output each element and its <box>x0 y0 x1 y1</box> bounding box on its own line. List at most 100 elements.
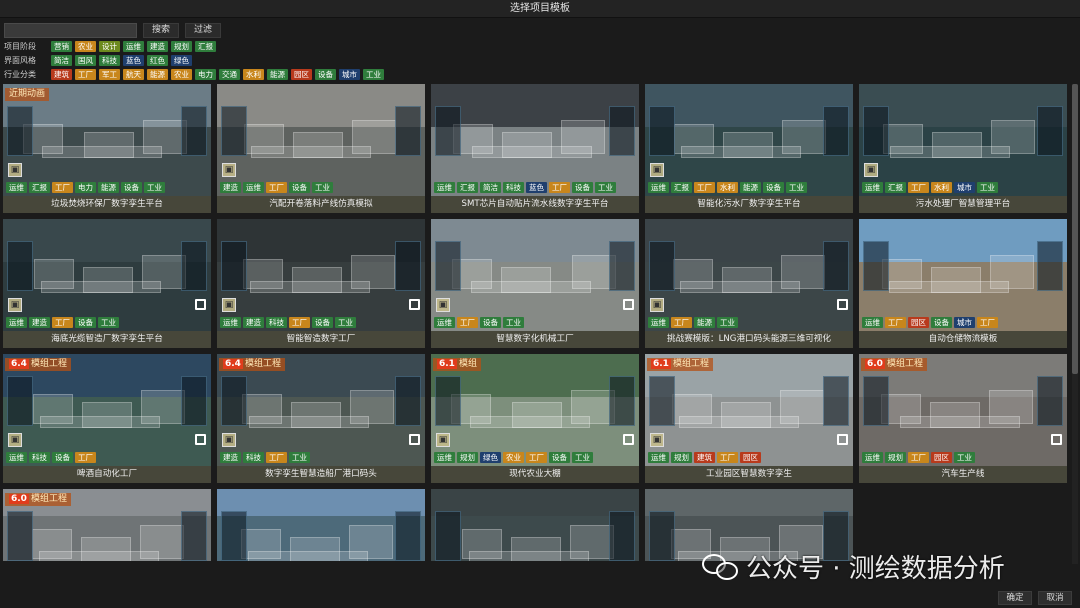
filter-chip[interactable]: 建造 <box>147 41 168 52</box>
template-card[interactable]: ▣ 运维 建造 科技 工厂 设备 工业 智能智造数字工厂 <box>217 219 425 348</box>
card-tag: 运维 <box>243 182 264 193</box>
filter-chip[interactable]: 航天 <box>123 69 144 80</box>
fullscreen-icon[interactable] <box>837 299 848 310</box>
card-title[interactable]: 工业园区智慧数字孪生 <box>645 466 853 483</box>
template-card[interactable]: ▣ 运维 建造 工厂 设备 工业 海底光缆智造厂数字孪生平台 <box>3 219 211 348</box>
scrollbar-thumb[interactable] <box>1072 84 1078 374</box>
template-card[interactable]: 近期动画 ▣ 运维 汇报 工厂 电力 能源 设备 工业 垃圾焚烧环保厂数字孪生平台 <box>3 84 211 213</box>
template-card[interactable] <box>431 489 639 561</box>
template-thumbnail[interactable]: ▣ 运维 工厂 能源 工业 <box>645 219 853 331</box>
card-tag: 建筑 <box>694 452 715 463</box>
version-ribbon: 6.0 模组工程 <box>5 493 71 506</box>
filter-chip[interactable]: 交通 <box>219 69 240 80</box>
tag-row: 运维 建造 科技 工厂 设备 工业 <box>220 317 356 328</box>
fullscreen-icon[interactable] <box>195 299 206 310</box>
template-card[interactable]: 6.1 模组工程 ▣ 运维 规划 建筑 工厂 园区 工业园区智慧数字孪生 <box>645 354 853 483</box>
template-thumbnail[interactable]: 6.0 模组工程 <box>3 489 211 561</box>
fullscreen-icon[interactable] <box>623 299 634 310</box>
template-thumbnail[interactable]: 近期动画 ▣ 运维 汇报 工厂 电力 能源 设备 工业 <box>3 84 211 196</box>
filter-chip[interactable]: 蓝色 <box>123 55 144 66</box>
card-tag: 工业 <box>717 317 738 328</box>
template-card[interactable]: 6.4 模组工程 ▣ 建造 科技 工厂 工业 数字孪生智慧造船厂港口码头 <box>217 354 425 483</box>
template-thumbnail[interactable] <box>217 489 425 561</box>
template-thumbnail[interactable]: ▣ 建造 运维 工厂 设备 工业 <box>217 84 425 196</box>
template-thumbnail[interactable]: 运维 汇报 简洁 科技 蓝色 工厂 设备 工业 <box>431 84 639 196</box>
filter-chip[interactable]: 农业 <box>75 41 96 52</box>
search-button[interactable]: 搜索 <box>143 22 179 38</box>
scrollbar[interactable] <box>1072 84 1078 564</box>
fullscreen-icon[interactable] <box>409 434 420 445</box>
filter-chip[interactable]: 国风 <box>75 55 96 66</box>
card-title[interactable]: 汽车生产线 <box>859 466 1067 483</box>
card-title[interactable]: 污水处理厂智慧管理平台 <box>859 196 1067 213</box>
filter-chip[interactable]: 城市 <box>339 69 360 80</box>
filter-chip[interactable]: 能源 <box>147 69 168 80</box>
template-thumbnail[interactable] <box>431 489 639 561</box>
card-title[interactable]: 智能化污水厂数字孪生平台 <box>645 196 853 213</box>
fullscreen-icon[interactable] <box>195 434 206 445</box>
fullscreen-icon[interactable] <box>837 434 848 445</box>
filter-chip[interactable]: 军工 <box>99 69 120 80</box>
fullscreen-icon[interactable] <box>1051 434 1062 445</box>
template-thumbnail[interactable]: ▣ 运维 建造 科技 工厂 设备 工业 <box>217 219 425 331</box>
template-card[interactable]: 6.0 模组工程 运维 规划 工厂 园区 工业 汽车生产线 <box>859 354 1067 483</box>
template-thumbnail[interactable]: 6.0 模组工程 运维 规划 工厂 园区 工业 <box>859 354 1067 466</box>
filter-chip[interactable]: 能源 <box>267 69 288 80</box>
template-thumbnail[interactable]: 6.1 模组工程 ▣ 运维 规划 建筑 工厂 园区 <box>645 354 853 466</box>
cancel-button[interactable]: 取消 <box>1038 591 1072 605</box>
fullscreen-icon[interactable] <box>409 299 420 310</box>
card-title[interactable]: 垃圾焚烧环保厂数字孪生平台 <box>3 196 211 213</box>
card-title[interactable]: 海底光缆智造厂数字孪生平台 <box>3 331 211 348</box>
card-title[interactable]: 自动仓储物流模板 <box>859 331 1067 348</box>
card-title[interactable]: 啤酒自动化工厂 <box>3 466 211 483</box>
filter-chip[interactable]: 设计 <box>99 41 120 52</box>
filter-chip[interactable]: 汇报 <box>195 41 216 52</box>
filter-chip[interactable]: 水利 <box>243 69 264 80</box>
filter-chip[interactable]: 工业 <box>363 69 384 80</box>
template-card[interactable]: 运维 汇报 简洁 科技 蓝色 工厂 设备 工业 SMT芯片自动贴片流水线数字孪生平台 <box>431 84 639 213</box>
template-card[interactable]: 6.1 模组 ▣ 运维 规划 绿色 农业 工厂 设备 工业 现代农业大棚 <box>431 354 639 483</box>
filter-chip[interactable]: 园区 <box>291 69 312 80</box>
template-thumbnail[interactable]: ▣ 运维 建造 工厂 设备 工业 <box>3 219 211 331</box>
template-card[interactable]: ▣ 运维 工厂 设备 工业 智慧数字化机械工厂 <box>431 219 639 348</box>
filter-chip[interactable]: 工厂 <box>75 69 96 80</box>
template-card[interactable]: ▣ 建造 运维 工厂 设备 工业 汽配开卷落料产线仿真模拟 <box>217 84 425 213</box>
template-thumbnail[interactable]: 运维 工厂 园区 设备 城市 工厂 <box>859 219 1067 331</box>
template-card[interactable]: 6.4 模组工程 ▣ 运维 科技 设备 工厂 啤酒自动化工厂 <box>3 354 211 483</box>
card-title[interactable]: 汽配开卷落料产线仿真模拟 <box>217 196 425 213</box>
template-thumbnail[interactable]: ▣ 运维 汇报 工厂 水利 城市 工业 <box>859 84 1067 196</box>
watermark: 公众号 · 测绘数据分析 <box>700 548 1005 585</box>
template-card[interactable]: ▣ 运维 工厂 能源 工业 挑战赛模版：LNG港口码头能源三维可视化 <box>645 219 853 348</box>
filter-chip[interactable]: 营销 <box>51 41 72 52</box>
card-title[interactable]: SMT芯片自动贴片流水线数字孪生平台 <box>431 196 639 213</box>
filter-button[interactable]: 过滤 <box>185 22 221 38</box>
template-card[interactable]: ▣ 运维 汇报 工厂 水利 能源 设备 工业 智能化污水厂数字孪生平台 <box>645 84 853 213</box>
template-thumbnail[interactable]: 6.4 模组工程 ▣ 运维 科技 设备 工厂 <box>3 354 211 466</box>
card-title[interactable]: 现代农业大棚 <box>431 466 639 483</box>
filter-chip[interactable]: 规划 <box>171 41 192 52</box>
fullscreen-icon[interactable] <box>623 434 634 445</box>
filter-chip[interactable]: 科技 <box>99 55 120 66</box>
filter-chip[interactable]: 农业 <box>171 69 192 80</box>
card-title[interactable]: 智慧数字化机械工厂 <box>431 331 639 348</box>
template-thumbnail[interactable]: 6.1 模组 ▣ 运维 规划 绿色 农业 工厂 设备 工业 <box>431 354 639 466</box>
filter-chip[interactable]: 红色 <box>147 55 168 66</box>
search-input[interactable] <box>4 22 137 38</box>
template-thumbnail[interactable]: 6.4 模组工程 ▣ 建造 科技 工厂 工业 <box>217 354 425 466</box>
card-title[interactable]: 智能智造数字工厂 <box>217 331 425 348</box>
card-title[interactable]: 数字孪生智慧造船厂港口码头 <box>217 466 425 483</box>
card-title[interactable]: 挑战赛模版：LNG港口码头能源三维可视化 <box>645 331 853 348</box>
filter-chip[interactable]: 运维 <box>123 41 144 52</box>
filter-chip[interactable]: 设备 <box>315 69 336 80</box>
template-card[interactable]: 6.0 模组工程 <box>3 489 211 561</box>
filter-chip[interactable]: 简洁 <box>51 55 72 66</box>
confirm-button[interactable]: 确定 <box>998 591 1032 605</box>
filter-chip[interactable]: 绿色 <box>171 55 192 66</box>
filter-chip[interactable]: 电力 <box>195 69 216 80</box>
template-thumbnail[interactable]: ▣ 运维 工厂 设备 工业 <box>431 219 639 331</box>
template-thumbnail[interactable]: ▣ 运维 汇报 工厂 水利 能源 设备 工业 <box>645 84 853 196</box>
filter-chip[interactable]: 建筑 <box>51 69 72 80</box>
template-card[interactable]: ▣ 运维 汇报 工厂 水利 城市 工业 污水处理厂智慧管理平台 <box>859 84 1067 213</box>
template-card[interactable] <box>217 489 425 561</box>
template-card[interactable]: 运维 工厂 园区 设备 城市 工厂 自动仓储物流模板 <box>859 219 1067 348</box>
